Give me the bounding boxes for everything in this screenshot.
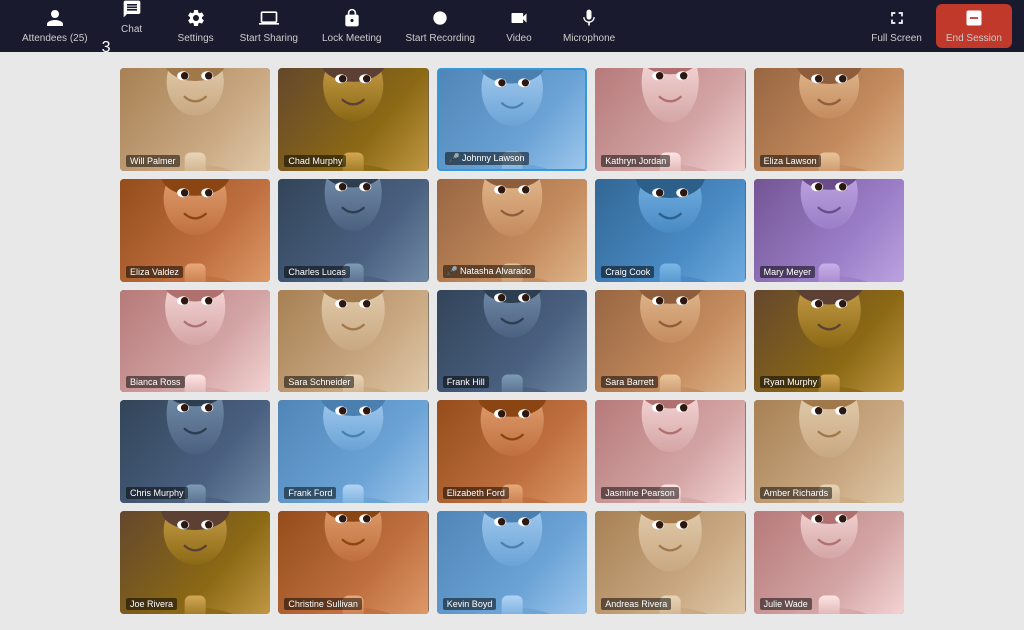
- participant-name: Frank Ford: [284, 487, 336, 499]
- chat-label: Chat: [121, 24, 142, 35]
- participant-name: 🎤Johnny Lawson: [445, 152, 529, 165]
- lock-meeting-button[interactable]: Lock Meeting: [312, 4, 391, 48]
- video-tile[interactable]: Julie Wade: [754, 511, 904, 614]
- chat-badge: 3: [102, 39, 162, 57]
- participant-name: Ryan Murphy: [760, 376, 822, 388]
- video-tile[interactable]: Eliza Lawson: [754, 68, 904, 171]
- fullscreen-label: Full Screen: [871, 33, 922, 44]
- video-tile[interactable]: Andreas Rivera: [595, 511, 745, 614]
- video-tile[interactable]: Sara Schneider: [278, 290, 428, 393]
- participant-name: Frank Hill: [443, 376, 489, 388]
- microphone-icon: [579, 8, 599, 31]
- video-tile[interactable]: Chris Murphy: [120, 400, 270, 503]
- microphone-button[interactable]: Microphone: [553, 4, 625, 48]
- participant-name: Mary Meyer: [760, 266, 816, 278]
- participant-name: Amber Richards: [760, 487, 833, 499]
- participant-name: Christine Sullivan: [284, 598, 362, 610]
- participant-name: Julie Wade: [760, 598, 812, 610]
- recording-icon: [430, 8, 450, 31]
- participant-name: Bianca Ross: [126, 376, 185, 388]
- settings-icon: [186, 8, 206, 31]
- video-icon: [509, 8, 529, 31]
- video-label: Video: [506, 33, 531, 44]
- attendees-icon: [45, 8, 65, 31]
- participant-name: Eliza Lawson: [760, 155, 821, 167]
- video-tile[interactable]: Frank Hill: [437, 290, 587, 393]
- participant-name: Will Palmer: [126, 155, 180, 167]
- video-tile[interactable]: Sara Barrett: [595, 290, 745, 393]
- attendees-label: Attendees (25): [22, 33, 88, 44]
- participant-name: Sara Barrett: [601, 376, 658, 388]
- microphone-label: Microphone: [563, 33, 615, 44]
- video-tile[interactable]: Frank Ford: [278, 400, 428, 503]
- video-tile[interactable]: Amber Richards: [754, 400, 904, 503]
- toolbar-left: Attendees (25) Chat 3 Settings: [12, 0, 861, 57]
- lock-icon: [342, 8, 362, 31]
- participant-name: Kathryn Jordan: [601, 155, 670, 167]
- participant-name: 🎤Natasha Alvarado: [443, 265, 535, 278]
- video-tile[interactable]: Kathryn Jordan: [595, 68, 745, 171]
- participant-name: Sara Schneider: [284, 376, 354, 388]
- video-tile[interactable]: Christine Sullivan: [278, 511, 428, 614]
- video-tile[interactable]: Charles Lucas: [278, 179, 428, 282]
- participant-name: Jasmine Pearson: [601, 487, 679, 499]
- video-tile[interactable]: Eliza Valdez: [120, 179, 270, 282]
- video-tile[interactable]: Chad Murphy: [278, 68, 428, 171]
- video-tile[interactable]: Will Palmer: [120, 68, 270, 171]
- video-tile[interactable]: Jasmine Pearson: [595, 400, 745, 503]
- video-tile[interactable]: Mary Meyer: [754, 179, 904, 282]
- video-tile[interactable]: Joe Rivera: [120, 511, 270, 614]
- fullscreen-button[interactable]: Full Screen: [861, 4, 932, 48]
- recording-label: Start Recording: [405, 33, 474, 44]
- lock-meeting-label: Lock Meeting: [322, 33, 381, 44]
- participant-name: Chad Murphy: [284, 155, 346, 167]
- video-tile[interactable]: 🎤Johnny Lawson: [437, 68, 587, 171]
- end-session-label: End Session: [946, 33, 1002, 44]
- participant-name: Kevin Boyd: [443, 598, 497, 610]
- sharing-icon: [259, 8, 279, 31]
- video-tile[interactable]: Ryan Murphy: [754, 290, 904, 393]
- participant-name: Joe Rivera: [126, 598, 177, 610]
- end-session-button[interactable]: End Session: [936, 4, 1012, 48]
- attendees-button[interactable]: Attendees (25): [12, 4, 98, 48]
- video-tile[interactable]: Bianca Ross: [120, 290, 270, 393]
- video-tile[interactable]: Craig Cook: [595, 179, 745, 282]
- video-tile[interactable]: 🎤Natasha Alvarado: [437, 179, 587, 282]
- chat-icon: [122, 0, 142, 22]
- participant-name: Charles Lucas: [284, 266, 350, 278]
- attendees-wrapper: Attendees (25): [12, 4, 98, 48]
- participant-name: Eliza Valdez: [126, 266, 183, 278]
- participant-name: Andreas Rivera: [601, 598, 671, 610]
- settings-button[interactable]: Settings: [166, 4, 226, 48]
- toolbar-right: Full Screen End Session: [861, 4, 1012, 48]
- end-session-icon: [964, 8, 984, 31]
- start-sharing-button[interactable]: Start Sharing: [230, 4, 308, 48]
- video-tile[interactable]: Kevin Boyd: [437, 511, 587, 614]
- participant-name: Craig Cook: [601, 266, 654, 278]
- settings-label: Settings: [178, 33, 214, 44]
- start-recording-button[interactable]: Start Recording: [395, 4, 484, 48]
- video-button[interactable]: Video: [489, 4, 549, 48]
- toolbar: Attendees (25) Chat 3 Settings: [0, 0, 1024, 52]
- chat-button[interactable]: Chat: [102, 0, 162, 39]
- participant-name: Elizabeth Ford: [443, 487, 509, 499]
- chat-wrapper: Chat 3: [102, 0, 162, 57]
- video-tile[interactable]: Elizabeth Ford: [437, 400, 587, 503]
- participant-name: Chris Murphy: [126, 487, 188, 499]
- sharing-label: Start Sharing: [240, 33, 298, 44]
- fullscreen-icon: [887, 8, 907, 31]
- video-grid: Will Palmer Chad Murphy: [0, 52, 1024, 630]
